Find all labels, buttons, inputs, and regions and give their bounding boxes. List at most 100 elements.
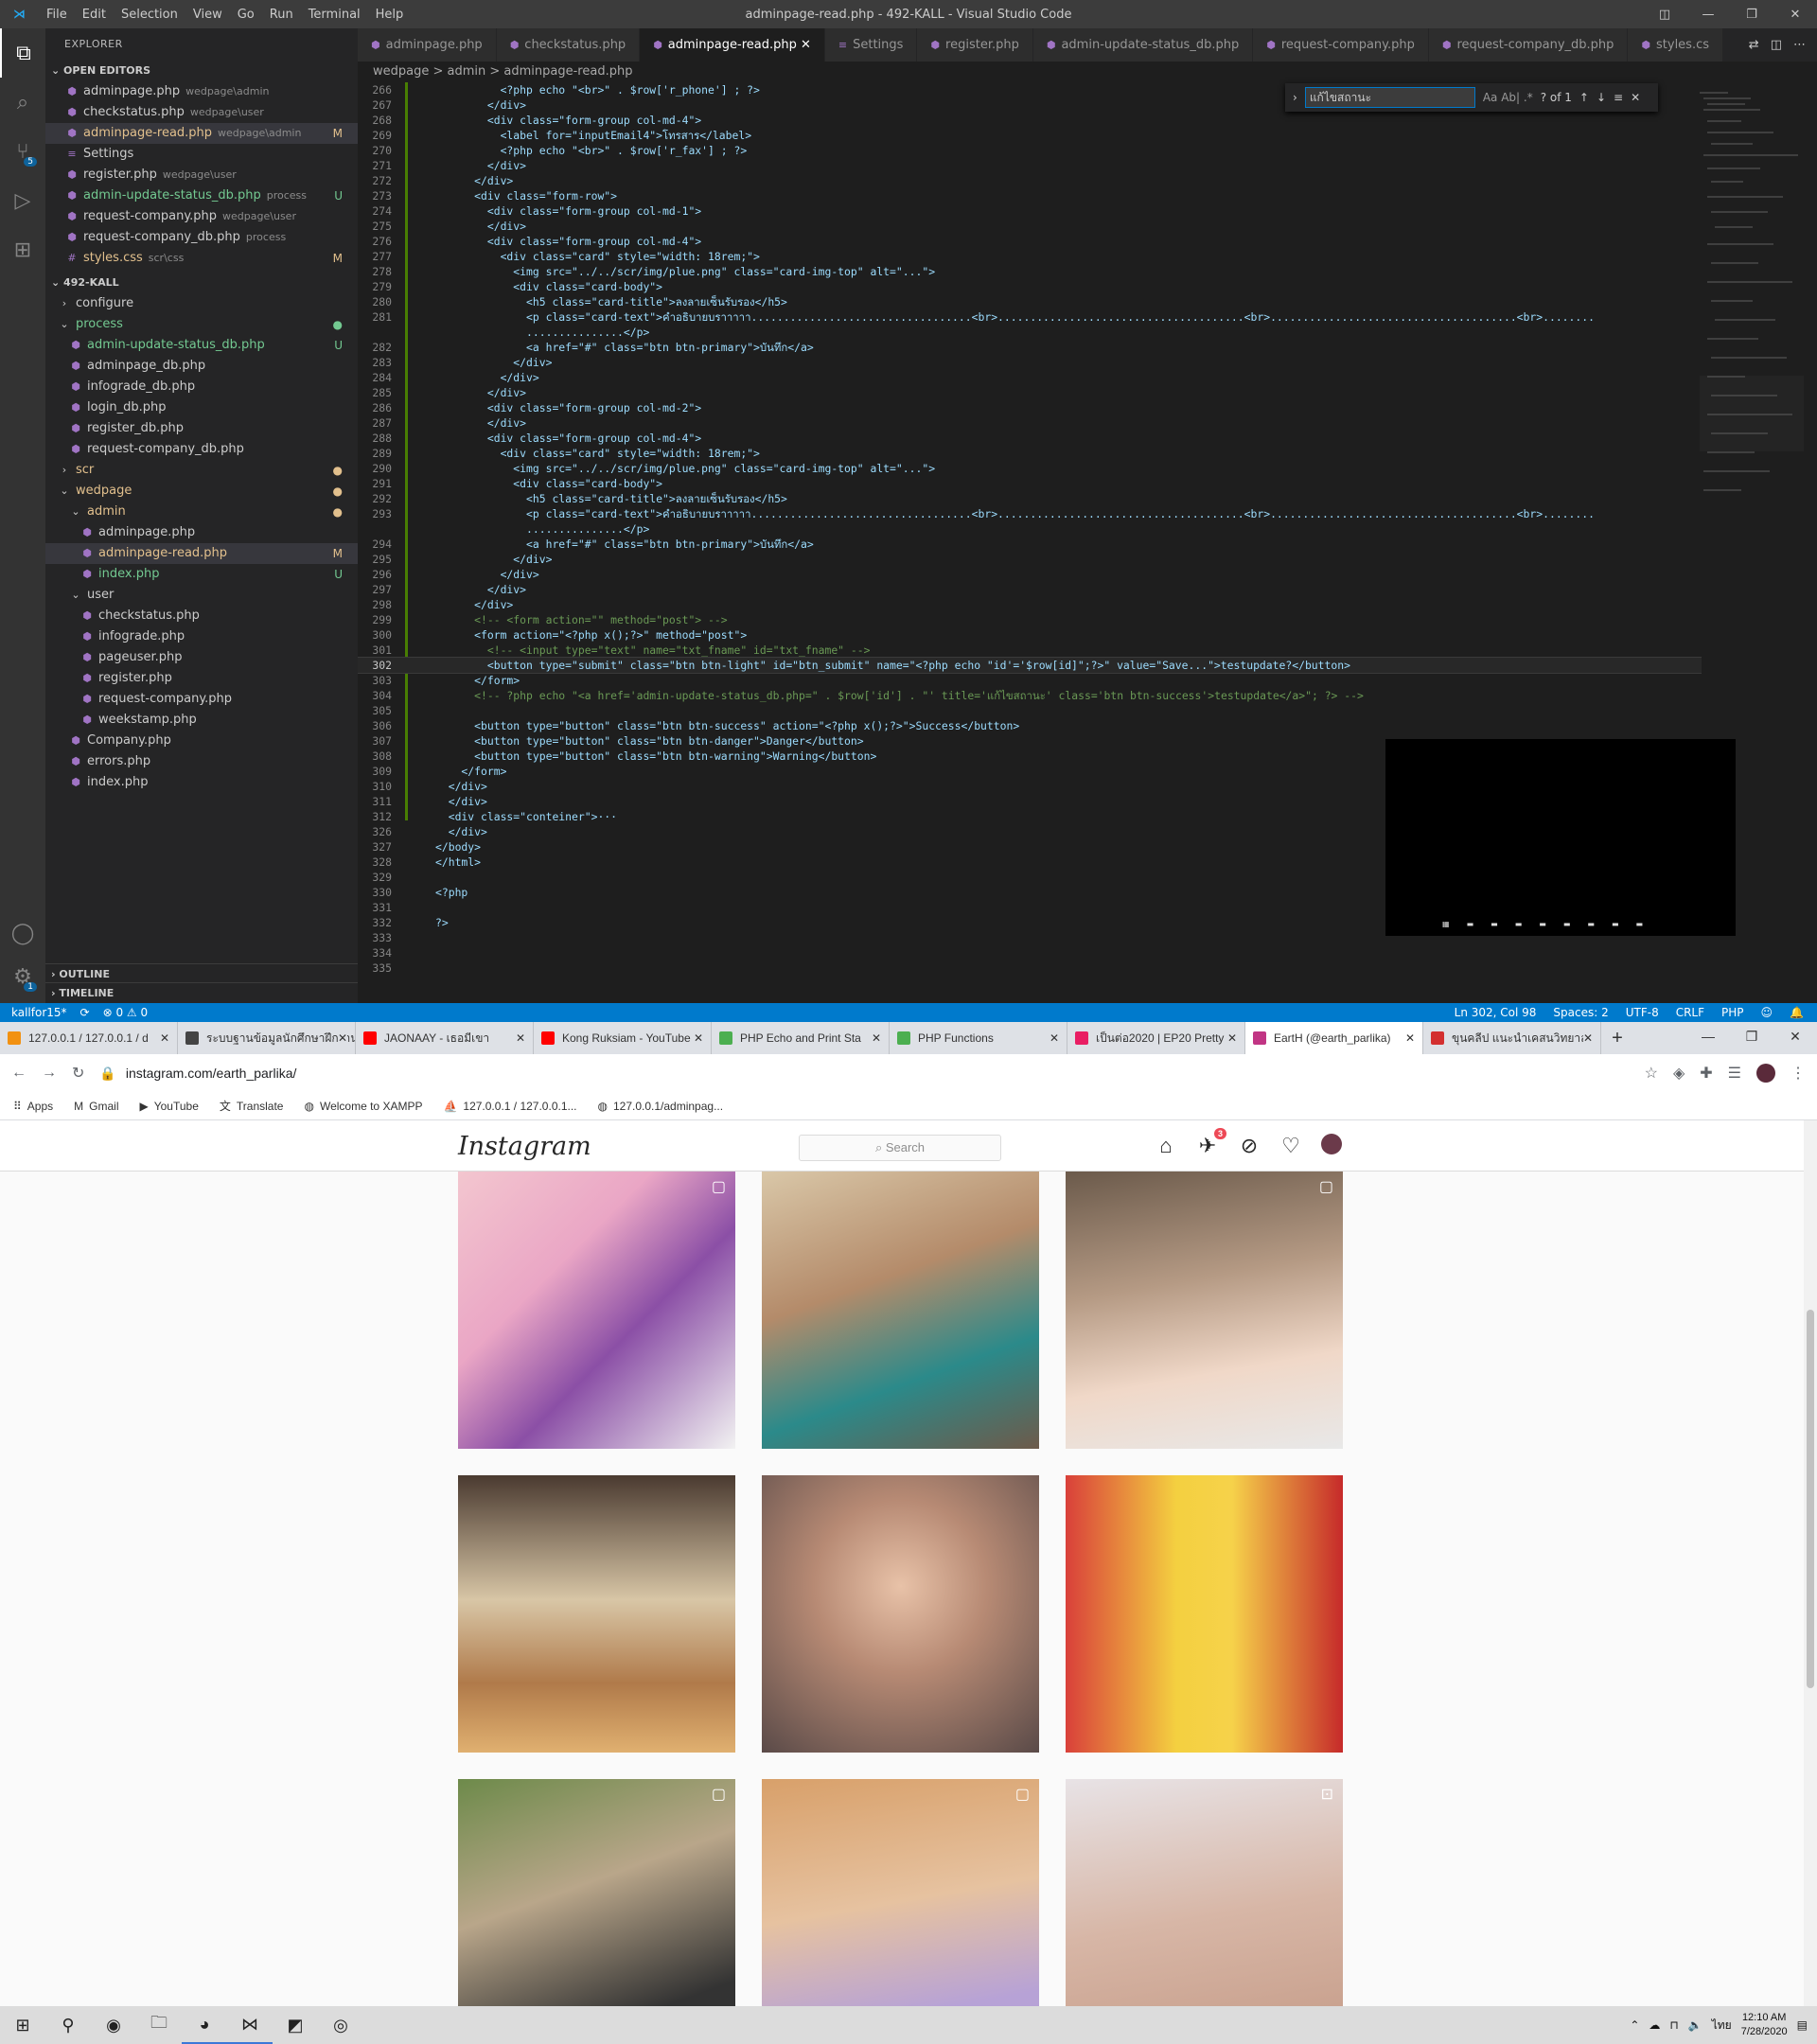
code-line[interactable]: 299 <!-- <form action="" method="post"> … [358, 612, 1702, 627]
file-item[interactable]: ⬢ adminpage.php [45, 522, 358, 543]
bookmark-item[interactable]: ▶ YouTube [140, 1100, 199, 1113]
bookmark-item[interactable]: ⛵ 127.0.0.1 / 127.0.0.1... [443, 1100, 576, 1113]
direct-messages-icon[interactable]: ✈ 3 [1196, 1128, 1226, 1158]
code-line[interactable]: 291 <div class="card-body"> [358, 476, 1702, 491]
folder-item[interactable]: ⌄ user [45, 585, 358, 606]
home-icon[interactable]: ⌂ [1155, 1134, 1177, 1158]
tab-close-icon[interactable]: ✕ [871, 1031, 881, 1045]
bookmark-item[interactable]: ⠿ Apps [13, 1100, 53, 1113]
find-in-selection-icon[interactable]: ≡ [1614, 91, 1623, 104]
code-line[interactable]: 271 </div> [358, 158, 1702, 173]
code-line[interactable]: 285 </div> [358, 385, 1702, 400]
instagram-photo[interactable]: ▢ [1066, 1172, 1343, 1449]
code-line[interactable]: 298 </div> [358, 597, 1702, 612]
restore-button[interactable]: ❐ [1730, 0, 1773, 28]
tab-close-icon[interactable]: ✕ [1404, 1031, 1415, 1045]
video-miniplayer[interactable]: ▦ ▬ ▬ ▬ ▬ ▬ ▬ ▬ ▬ [1385, 739, 1736, 936]
code-line[interactable]: 297 </div> [358, 582, 1702, 597]
run-debug-icon[interactable]: ▷ [0, 176, 45, 225]
bookmark-item[interactable]: M Gmail [74, 1100, 118, 1113]
code-line[interactable]: 292 <h5 class="card-title">ลงลายเซ็นรับร… [358, 491, 1702, 506]
editor-tab[interactable]: ⬢ styles.cs [1628, 28, 1723, 62]
instagram-search[interactable]: ⌕ Search [799, 1135, 1001, 1161]
clock[interactable]: 12:10 AM 7/28/2020 [1741, 2011, 1788, 2039]
file-item[interactable]: ⬢ adminpage-read.php M [45, 543, 358, 564]
compare-icon[interactable]: ⇄ [1749, 38, 1759, 52]
code-line[interactable]: 293 <p class="card-text">คำอธิบายบราาาาา… [358, 506, 1702, 521]
file-item[interactable]: ⬢ pageuser.php [45, 647, 358, 668]
sync-icon[interactable]: ⟳ [80, 1006, 90, 1019]
file-item[interactable]: ⬢ register.php [45, 668, 358, 689]
forward-icon[interactable]: → [42, 1065, 57, 1082]
reload-icon[interactable]: ↻ [72, 1064, 84, 1083]
menu-item[interactable]: Help [368, 8, 412, 22]
chrome-menu-icon[interactable]: ⋮ [1791, 1064, 1806, 1083]
menu-item[interactable]: Go [230, 8, 262, 22]
open-editor-item[interactable]: ⬢ request-company_db.php process [45, 227, 358, 248]
address-bar[interactable]: 🔒 instagram.com/earth_parlika/ [99, 1066, 1629, 1082]
code-line[interactable]: 282 <a href="#" class="btn btn-primary">… [358, 340, 1702, 355]
code-line[interactable]: 276 <div class="form-group col-md-4"> [358, 234, 1702, 249]
menu-item[interactable]: Run [262, 8, 301, 22]
file-item[interactable]: ⬢ infograde_db.php [45, 377, 358, 397]
open-editor-item[interactable]: ⬢ register.php wedpage\user [45, 165, 358, 185]
browser-restore-button[interactable]: ❐ [1730, 1022, 1773, 1050]
tray-chevron-icon[interactable]: ⌃ [1630, 2018, 1639, 2032]
chrome-icon[interactable]: ◕ [182, 2006, 227, 2044]
code-line[interactable]: 278 <img src="../../scr/img/plue.png" cl… [358, 264, 1702, 279]
editor-tab[interactable]: ⬢ checkstatus.php [496, 28, 641, 62]
open-editors-header[interactable]: ⌄ OPEN EDITORS [45, 61, 358, 81]
code-line[interactable]: 303 </form> [358, 673, 1702, 688]
browser-close-button[interactable]: ✕ [1773, 1022, 1817, 1050]
browser-tab[interactable]: ระบบฐานข้อมูลนักศึกษาฝึกงาน ✕ [178, 1022, 356, 1054]
instagram-photo[interactable] [762, 1172, 1039, 1449]
extension-icon[interactable]: ◈ [1673, 1064, 1685, 1083]
code-line[interactable]: 300 <form action="<?php x();?>" method="… [358, 627, 1702, 643]
code-line[interactable]: 304 <!-- ?php echo "<a href='admin-updat… [358, 688, 1702, 703]
timeline-header[interactable]: › TIMELINE [45, 982, 358, 1003]
open-editor-item[interactable]: ⬢ admin-update-status_db.php process U [45, 185, 358, 206]
code-line[interactable]: 334 [358, 945, 1702, 960]
manage-gear-icon[interactable]: ⚙ 1 [0, 952, 45, 1001]
activity-heart-icon[interactable]: ♡ [1279, 1134, 1302, 1158]
menu-item[interactable]: File [39, 8, 75, 22]
code-line[interactable]: 288 <div class="form-group col-md-4"> [358, 431, 1702, 446]
folder-item[interactable]: ⌄ wedpage ● [45, 481, 358, 502]
open-editor-item[interactable]: ⬢ request-company.php wedpage\user [45, 206, 358, 227]
browser-tab[interactable]: เป็นต่อ2020 | EP20 Pretty ✕ [1067, 1022, 1245, 1054]
bookmark-star-icon[interactable]: ☆ [1645, 1064, 1658, 1083]
bookmark-item[interactable]: ◍ 127.0.0.1/adminpag... [598, 1100, 724, 1113]
file-item[interactable]: ⬢ request-company.php [45, 689, 358, 710]
layout-icon[interactable]: ◫ [1643, 0, 1686, 28]
menu-item[interactable]: Selection [114, 8, 185, 22]
more-actions-icon[interactable]: ⋯ [1793, 38, 1806, 52]
code-line[interactable]: ...............</p> [358, 325, 1702, 340]
open-editor-item[interactable]: ⬢ adminpage-read.php wedpage\admin M [45, 123, 358, 144]
breadcrumb[interactable]: wedpage > admin > adminpage-read.php [358, 62, 1817, 82]
bookmark-item[interactable]: 文 Translate [220, 1098, 284, 1114]
source-control-icon[interactable]: ⑂ 5 [0, 127, 45, 176]
volume-icon[interactable]: 🔈 [1688, 2018, 1702, 2032]
file-item[interactable]: ⬢ errors.php [45, 751, 358, 772]
instagram-photo[interactable] [458, 1475, 735, 1753]
file-item[interactable]: ⬢ index.php U [45, 564, 358, 585]
folder-item[interactable]: ⌄ process ● [45, 314, 358, 335]
browser-minimize-button[interactable]: — [1686, 1022, 1730, 1050]
problems-count[interactable]: ⊗ 0 ⚠ 0 [103, 1006, 149, 1019]
indentation[interactable]: Spaces: 2 [1553, 1006, 1608, 1019]
code-line[interactable]: 296 </div> [358, 567, 1702, 582]
instagram-photo[interactable]: ⊡ [1066, 1779, 1343, 2006]
file-item[interactable]: ⬢ login_db.php [45, 397, 358, 418]
code-line[interactable]: 280 <h5 class="card-title">ลงลายเซ็นรับร… [358, 294, 1702, 309]
instagram-photo[interactable]: ▢ [458, 1779, 735, 2006]
minimap[interactable] [1700, 82, 1804, 612]
extensions-icon[interactable]: ⊞ [0, 225, 45, 274]
browser-tab[interactable]: ขุนคลีป แนะนำเคสนวิทยาลั ✕ [1423, 1022, 1601, 1054]
instagram-photo[interactable]: ▢ [762, 1779, 1039, 2006]
editor-tab[interactable]: ⬢ admin-update-status_db.php [1032, 28, 1254, 62]
browser-tab[interactable]: PHP Echo and Print Sta ✕ [712, 1022, 890, 1054]
open-editor-item[interactable]: ⬢ adminpage.php wedpage\admin [45, 81, 358, 102]
bookmark-item[interactable]: ◍ Welcome to XAMPP [304, 1100, 422, 1113]
network-icon[interactable]: ⊓ [1669, 2018, 1678, 2032]
code-line[interactable]: 274 <div class="form-group col-md-1"> [358, 203, 1702, 219]
